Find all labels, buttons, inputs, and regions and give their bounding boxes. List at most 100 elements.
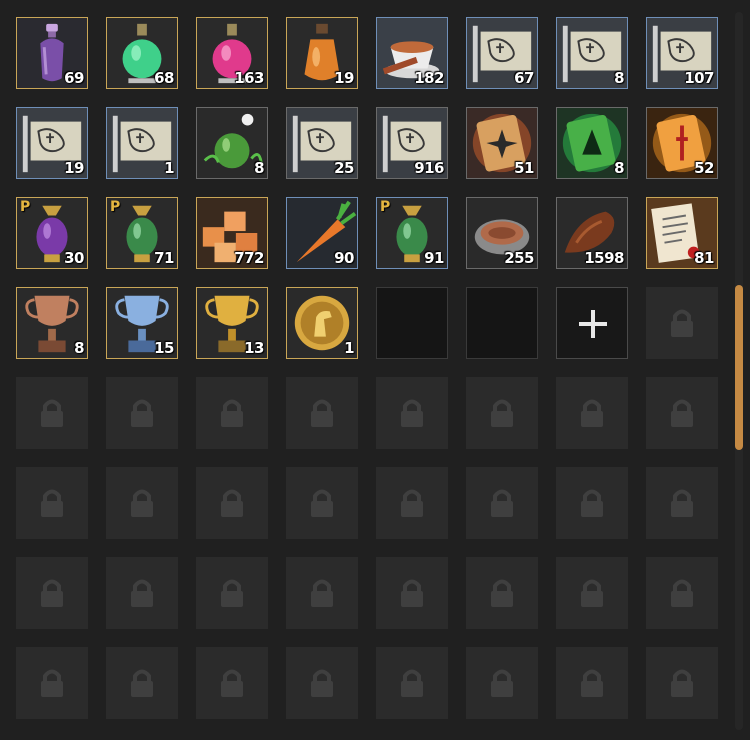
lock-icon bbox=[581, 489, 603, 517]
lock-icon bbox=[581, 399, 603, 427]
plus-icon bbox=[579, 310, 607, 338]
locked-slot bbox=[466, 557, 538, 629]
inventory-slot[interactable]: 8 bbox=[16, 287, 88, 359]
lock-icon bbox=[401, 399, 423, 427]
locked-slot bbox=[286, 467, 358, 539]
locked-slot bbox=[466, 467, 538, 539]
locked-slot bbox=[556, 377, 628, 449]
inventory-slot[interactable]: 8 bbox=[556, 107, 628, 179]
inventory-slot[interactable]: 916 bbox=[376, 107, 448, 179]
locked-slot bbox=[196, 377, 268, 449]
item-count: 71 bbox=[154, 249, 174, 267]
inventory-slot[interactable]: 67 bbox=[466, 17, 538, 89]
lock-icon bbox=[221, 669, 243, 697]
inventory-slot[interactable]: 182 bbox=[376, 17, 448, 89]
locked-slot bbox=[286, 377, 358, 449]
item-count: 19 bbox=[64, 159, 84, 177]
inventory-slot[interactable]: P 71 bbox=[106, 197, 178, 269]
item-count: 51 bbox=[514, 159, 534, 177]
item-count: 25 bbox=[334, 159, 354, 177]
lock-icon bbox=[131, 669, 153, 697]
item-count: 90 bbox=[334, 249, 354, 267]
add-slot-button[interactable] bbox=[556, 287, 628, 359]
inventory-slot[interactable]: 163 bbox=[196, 17, 268, 89]
item-count: 182 bbox=[414, 69, 444, 87]
locked-slot bbox=[466, 377, 538, 449]
inventory-slot[interactable]: 772 bbox=[196, 197, 268, 269]
empty-slot[interactable] bbox=[466, 287, 538, 359]
inventory-slot[interactable]: 69 bbox=[16, 17, 88, 89]
item-count: 772 bbox=[234, 249, 264, 267]
item-count: 19 bbox=[334, 69, 354, 87]
inventory-slot[interactable]: 13 bbox=[196, 287, 268, 359]
inventory-slot[interactable]: 15 bbox=[106, 287, 178, 359]
lock-icon bbox=[311, 399, 333, 427]
locked-slot bbox=[196, 647, 268, 719]
inventory-slot[interactable]: P 91 bbox=[376, 197, 448, 269]
locked-slot bbox=[376, 377, 448, 449]
locked-slot bbox=[646, 467, 718, 539]
item-count: 8 bbox=[74, 339, 84, 357]
lock-icon bbox=[491, 579, 513, 607]
inventory-slot[interactable]: 8 bbox=[196, 107, 268, 179]
locked-slot bbox=[16, 467, 88, 539]
lock-icon bbox=[581, 579, 603, 607]
item-count: 13 bbox=[244, 339, 264, 357]
item-count: 30 bbox=[64, 249, 84, 267]
lock-icon bbox=[671, 669, 693, 697]
inventory-slot[interactable]: 1 bbox=[106, 107, 178, 179]
inventory-slot[interactable]: 107 bbox=[646, 17, 718, 89]
locked-slot bbox=[646, 287, 718, 359]
premium-badge: P bbox=[380, 199, 391, 215]
lock-icon bbox=[311, 579, 333, 607]
lock-icon bbox=[311, 489, 333, 517]
lock-icon bbox=[401, 489, 423, 517]
lock-icon bbox=[221, 489, 243, 517]
empty-slot[interactable] bbox=[376, 287, 448, 359]
lock-icon bbox=[311, 669, 333, 697]
lock-icon bbox=[491, 489, 513, 517]
premium-badge: P bbox=[20, 199, 31, 215]
inventory-slot[interactable]: 68 bbox=[106, 17, 178, 89]
lock-icon bbox=[401, 579, 423, 607]
scrollbar-thumb[interactable] bbox=[735, 284, 743, 450]
locked-slot bbox=[556, 467, 628, 539]
inventory-slot[interactable]: 19 bbox=[286, 17, 358, 89]
lock-icon bbox=[671, 399, 693, 427]
inventory-grid: 69 68 163 19 182 67 8 107 19 1 8 25 916 51 8 52 P 30 P 71 77… bbox=[16, 17, 718, 719]
locked-slot bbox=[106, 467, 178, 539]
item-count: 69 bbox=[64, 69, 84, 87]
locked-slot bbox=[16, 377, 88, 449]
lock-icon bbox=[491, 669, 513, 697]
inventory-slot[interactable]: 51 bbox=[466, 107, 538, 179]
item-count: 52 bbox=[694, 159, 714, 177]
inventory-slot[interactable]: 19 bbox=[16, 107, 88, 179]
premium-badge: P bbox=[110, 199, 121, 215]
inventory-slot[interactable]: 90 bbox=[286, 197, 358, 269]
item-count: 67 bbox=[514, 69, 534, 87]
inventory-slot[interactable]: 52 bbox=[646, 107, 718, 179]
locked-slot bbox=[466, 647, 538, 719]
lock-icon bbox=[671, 489, 693, 517]
locked-slot bbox=[376, 647, 448, 719]
inventory-scrollbar[interactable] bbox=[735, 12, 743, 730]
inventory-slot[interactable]: 25 bbox=[286, 107, 358, 179]
inventory-slot[interactable]: 81 bbox=[646, 197, 718, 269]
item-count: 163 bbox=[234, 69, 264, 87]
inventory-slot[interactable]: 1 bbox=[286, 287, 358, 359]
locked-slot bbox=[556, 557, 628, 629]
item-count: 8 bbox=[614, 69, 624, 87]
locked-slot bbox=[286, 557, 358, 629]
inventory-slot[interactable]: 8 bbox=[556, 17, 628, 89]
inventory-slot[interactable]: P 30 bbox=[16, 197, 88, 269]
lock-icon bbox=[131, 399, 153, 427]
lock-icon bbox=[41, 489, 63, 517]
inventory-slot[interactable]: 1598 bbox=[556, 197, 628, 269]
locked-slot bbox=[376, 557, 448, 629]
lock-icon bbox=[221, 399, 243, 427]
locked-slot bbox=[286, 647, 358, 719]
item-count: 255 bbox=[504, 249, 534, 267]
lock-icon bbox=[41, 579, 63, 607]
inventory-slot[interactable]: 255 bbox=[466, 197, 538, 269]
locked-slot bbox=[16, 557, 88, 629]
